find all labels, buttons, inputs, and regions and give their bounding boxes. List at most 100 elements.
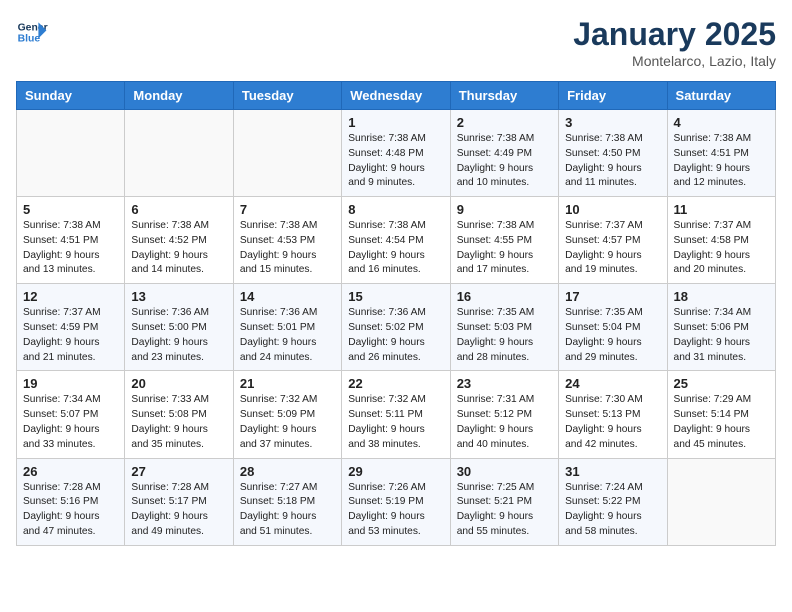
calendar-cell: 13 Sunrise: 7:36 AMSunset: 5:00 PMDayligh… <box>125 284 233 371</box>
day-info: Sunrise: 7:36 AMSunset: 5:02 PMDaylight:… <box>348 306 443 365</box>
day-number: 7 <box>240 202 335 217</box>
day-number: 14 <box>240 289 335 304</box>
weekday-header-row: SundayMondayTuesdayWednesdayThursdayFrid… <box>17 82 776 110</box>
day-info: Sunrise: 7:38 AMSunset: 4:49 PMDaylight:… <box>457 132 552 191</box>
calendar-cell: 29 Sunrise: 7:26 AMSunset: 5:19 PMDayligh… <box>342 458 450 545</box>
calendar-cell: 11 Sunrise: 7:37 AMSunset: 4:58 PMDayligh… <box>667 197 775 284</box>
calendar-cell: 16 Sunrise: 7:35 AMSunset: 5:03 PMDayligh… <box>450 284 558 371</box>
calendar-cell: 30 Sunrise: 7:25 AMSunset: 5:21 PMDayligh… <box>450 458 558 545</box>
day-info: Sunrise: 7:30 AMSunset: 5:13 PMDaylight:… <box>565 393 660 452</box>
day-number: 15 <box>348 289 443 304</box>
day-number: 22 <box>348 376 443 391</box>
day-info: Sunrise: 7:38 AMSunset: 4:53 PMDaylight:… <box>240 219 335 278</box>
day-number: 26 <box>23 464 118 479</box>
day-number: 16 <box>457 289 552 304</box>
day-info: Sunrise: 7:37 AMSunset: 4:58 PMDaylight:… <box>674 219 769 278</box>
day-info: Sunrise: 7:29 AMSunset: 5:14 PMDaylight:… <box>674 393 769 452</box>
calendar-cell: 28 Sunrise: 7:27 AMSunset: 5:18 PMDayligh… <box>233 458 341 545</box>
day-info: Sunrise: 7:35 AMSunset: 5:04 PMDaylight:… <box>565 306 660 365</box>
day-number: 30 <box>457 464 552 479</box>
day-info: Sunrise: 7:38 AMSunset: 4:50 PMDaylight:… <box>565 132 660 191</box>
calendar-cell: 23 Sunrise: 7:31 AMSunset: 5:12 PMDayligh… <box>450 371 558 458</box>
day-info: Sunrise: 7:38 AMSunset: 4:51 PMDaylight:… <box>674 132 769 191</box>
day-info: Sunrise: 7:38 AMSunset: 4:51 PMDaylight:… <box>23 219 118 278</box>
day-info: Sunrise: 7:38 AMSunset: 4:55 PMDaylight:… <box>457 219 552 278</box>
day-info: Sunrise: 7:27 AMSunset: 5:18 PMDaylight:… <box>240 481 335 540</box>
weekday-header-sunday: Sunday <box>17 82 125 110</box>
calendar-table: SundayMondayTuesdayWednesdayThursdayFrid… <box>16 81 776 546</box>
day-number: 8 <box>348 202 443 217</box>
calendar-cell: 10 Sunrise: 7:37 AMSunset: 4:57 PMDayligh… <box>559 197 667 284</box>
day-info: Sunrise: 7:36 AMSunset: 5:00 PMDaylight:… <box>131 306 226 365</box>
day-info: Sunrise: 7:37 AMSunset: 4:59 PMDaylight:… <box>23 306 118 365</box>
calendar-cell: 20 Sunrise: 7:33 AMSunset: 5:08 PMDayligh… <box>125 371 233 458</box>
calendar-cell: 31 Sunrise: 7:24 AMSunset: 5:22 PMDayligh… <box>559 458 667 545</box>
day-number: 3 <box>565 115 660 130</box>
day-info: Sunrise: 7:38 AMSunset: 4:54 PMDaylight:… <box>348 219 443 278</box>
day-number: 6 <box>131 202 226 217</box>
calendar-cell: 15 Sunrise: 7:36 AMSunset: 5:02 PMDayligh… <box>342 284 450 371</box>
day-number: 18 <box>674 289 769 304</box>
day-number: 31 <box>565 464 660 479</box>
location-subtitle: Montelarco, Lazio, Italy <box>573 53 776 69</box>
day-number: 4 <box>674 115 769 130</box>
day-number: 12 <box>23 289 118 304</box>
calendar-cell: 7 Sunrise: 7:38 AMSunset: 4:53 PMDaylight… <box>233 197 341 284</box>
weekday-header-tuesday: Tuesday <box>233 82 341 110</box>
calendar-cell: 18 Sunrise: 7:34 AMSunset: 5:06 PMDayligh… <box>667 284 775 371</box>
weekday-header-saturday: Saturday <box>667 82 775 110</box>
weekday-header-friday: Friday <box>559 82 667 110</box>
calendar-cell: 24 Sunrise: 7:30 AMSunset: 5:13 PMDayligh… <box>559 371 667 458</box>
day-info: Sunrise: 7:35 AMSunset: 5:03 PMDaylight:… <box>457 306 552 365</box>
month-title: January 2025 <box>573 16 776 53</box>
day-number: 10 <box>565 202 660 217</box>
day-info: Sunrise: 7:37 AMSunset: 4:57 PMDaylight:… <box>565 219 660 278</box>
calendar-cell: 5 Sunrise: 7:38 AMSunset: 4:51 PMDaylight… <box>17 197 125 284</box>
weekday-header-wednesday: Wednesday <box>342 82 450 110</box>
calendar-cell: 1Sunrise: 7:38 AMSunset: 4:48 PMDaylight… <box>342 110 450 197</box>
day-info: Sunrise: 7:34 AMSunset: 5:07 PMDaylight:… <box>23 393 118 452</box>
day-number: 11 <box>674 202 769 217</box>
day-info: Sunrise: 7:31 AMSunset: 5:12 PMDaylight:… <box>457 393 552 452</box>
calendar-cell <box>125 110 233 197</box>
calendar-cell: 6 Sunrise: 7:38 AMSunset: 4:52 PMDaylight… <box>125 197 233 284</box>
day-info: Sunrise: 7:32 AMSunset: 5:09 PMDaylight:… <box>240 393 335 452</box>
day-info: Sunrise: 7:25 AMSunset: 5:21 PMDaylight:… <box>457 481 552 540</box>
day-number: 28 <box>240 464 335 479</box>
calendar-week-5: 26 Sunrise: 7:28 AMSunset: 5:16 PMDayligh… <box>17 458 776 545</box>
day-number: 13 <box>131 289 226 304</box>
calendar-cell: 21Sunrise: 7:32 AMSunset: 5:09 PMDayligh… <box>233 371 341 458</box>
day-number: 25 <box>674 376 769 391</box>
day-info: Sunrise: 7:34 AMSunset: 5:06 PMDaylight:… <box>674 306 769 365</box>
day-info: Sunrise: 7:28 AMSunset: 5:17 PMDaylight:… <box>131 481 226 540</box>
calendar-cell: 4 Sunrise: 7:38 AMSunset: 4:51 PMDaylight… <box>667 110 775 197</box>
calendar-cell: 14 Sunrise: 7:36 AMSunset: 5:01 PMDayligh… <box>233 284 341 371</box>
day-info: Sunrise: 7:28 AMSunset: 5:16 PMDaylight:… <box>23 481 118 540</box>
day-number: 17 <box>565 289 660 304</box>
calendar-cell <box>17 110 125 197</box>
day-number: 23 <box>457 376 552 391</box>
day-number: 29 <box>348 464 443 479</box>
title-block: January 2025 Montelarco, Lazio, Italy <box>573 16 776 69</box>
calendar-cell: 25 Sunrise: 7:29 AMSunset: 5:14 PMDayligh… <box>667 371 775 458</box>
svg-text:Blue: Blue <box>18 34 41 45</box>
day-number: 9 <box>457 202 552 217</box>
day-info: Sunrise: 7:24 AMSunset: 5:22 PMDaylight:… <box>565 481 660 540</box>
day-number: 24 <box>565 376 660 391</box>
day-number: 5 <box>23 202 118 217</box>
day-number: 27 <box>131 464 226 479</box>
day-info: Sunrise: 7:33 AMSunset: 5:08 PMDaylight:… <box>131 393 226 452</box>
calendar-cell <box>667 458 775 545</box>
day-info: Sunrise: 7:38 AMSunset: 4:52 PMDaylight:… <box>131 219 226 278</box>
day-info: Sunrise: 7:26 AMSunset: 5:19 PMDaylight:… <box>348 481 443 540</box>
calendar-cell: 22Sunrise: 7:32 AMSunset: 5:11 PMDayligh… <box>342 371 450 458</box>
calendar-cell: 19Sunrise: 7:34 AMSunset: 5:07 PMDayligh… <box>17 371 125 458</box>
calendar-cell: 17 Sunrise: 7:35 AMSunset: 5:04 PMDayligh… <box>559 284 667 371</box>
calendar-cell: 12 Sunrise: 7:37 AMSunset: 4:59 PMDayligh… <box>17 284 125 371</box>
logo-icon: General Blue <box>16 16 48 48</box>
day-number: 20 <box>131 376 226 391</box>
day-info: Sunrise: 7:36 AMSunset: 5:01 PMDaylight:… <box>240 306 335 365</box>
calendar-week-3: 12 Sunrise: 7:37 AMSunset: 4:59 PMDayligh… <box>17 284 776 371</box>
calendar-cell: 8 Sunrise: 7:38 AMSunset: 4:54 PMDaylight… <box>342 197 450 284</box>
calendar-week-4: 19Sunrise: 7:34 AMSunset: 5:07 PMDayligh… <box>17 371 776 458</box>
